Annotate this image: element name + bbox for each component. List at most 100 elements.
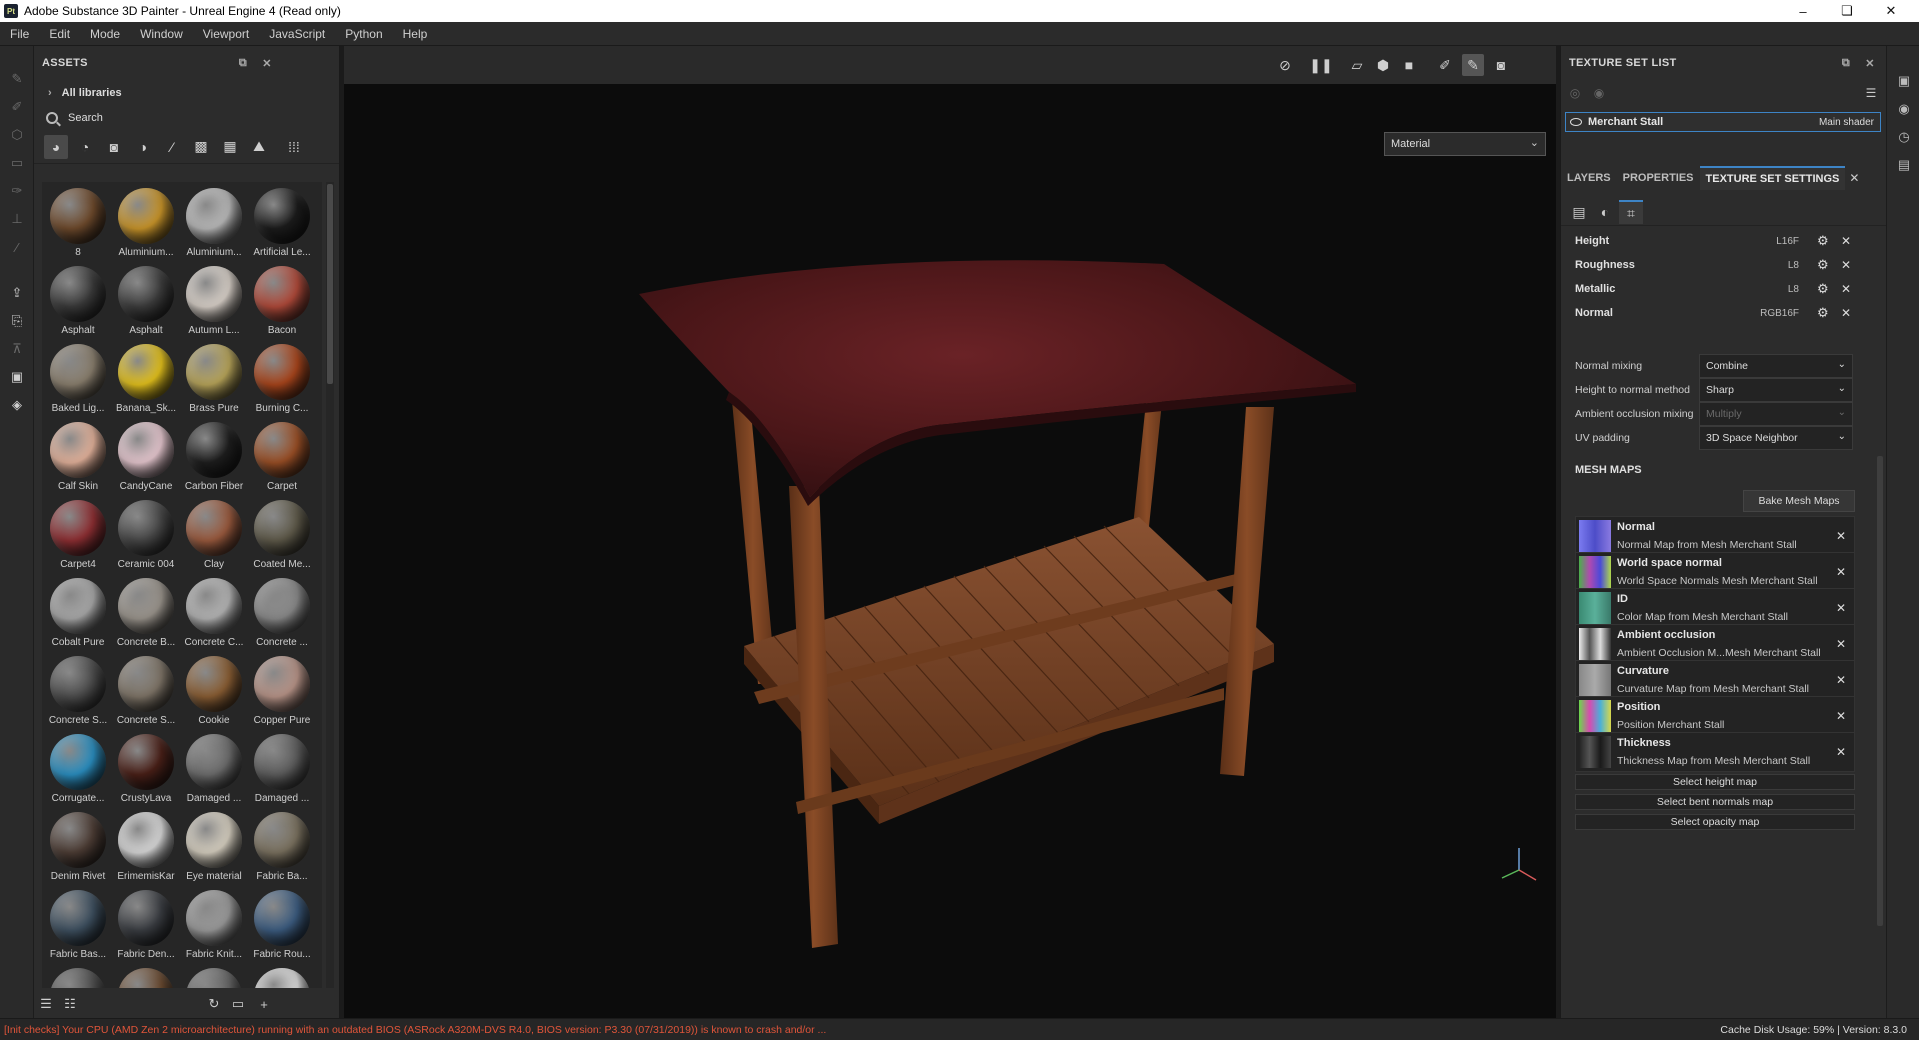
close-panel-icon[interactable]: ✕ <box>1863 56 1877 70</box>
pause-icon[interactable]: ❚❚ <box>1309 54 1332 76</box>
remove-map-icon[interactable]: ✕ <box>1836 529 1846 543</box>
channel-format[interactable]: L16F <box>1745 236 1799 247</box>
asset-tile[interactable]: Corrugate... <box>44 732 112 810</box>
menu-mode[interactable]: Mode <box>80 27 130 41</box>
undock-icon[interactable]: ⧉ <box>236 56 250 70</box>
asset-tile[interactable]: Clay <box>180 498 248 576</box>
undock-icon[interactable]: ⧉ <box>1839 56 1853 70</box>
asset-tile[interactable]: CrustyLava <box>112 732 180 810</box>
mesh-map-normal[interactable]: Normal Normal Map from Mesh Merchant Sta… <box>1575 516 1855 556</box>
log-icon[interactable]: ▤ <box>1895 156 1913 174</box>
refresh-icon[interactable]: ↻ <box>206 996 222 1012</box>
mesh-map-thickness[interactable]: Thickness Thickness Map from Mesh Mercha… <box>1575 732 1855 772</box>
remove-channel-icon[interactable]: ✕ <box>1841 258 1851 272</box>
brush-mode-icon[interactable]: ✎ <box>1462 54 1484 76</box>
maximize-button[interactable]: ❏ <box>1825 0 1869 22</box>
asset-tile[interactable]: Baked Lig... <box>44 342 112 420</box>
paint-mode-icon[interactable]: ✐ <box>1434 54 1456 76</box>
search-input[interactable]: Search <box>68 112 103 124</box>
remove-map-icon[interactable]: ✕ <box>1836 601 1846 615</box>
asset-tile[interactable]: Cookie <box>180 654 248 732</box>
tab-properties[interactable]: PROPERTIES <box>1617 166 1700 190</box>
asset-tile[interactable]: Artificial Le... <box>248 186 316 264</box>
remove-map-icon[interactable]: ✕ <box>1836 673 1846 687</box>
mesh-map-curvature[interactable]: Curvature Curvature Map from Mesh Mercha… <box>1575 660 1855 700</box>
filter-environments-icon[interactable]: ⛰ <box>247 135 271 159</box>
tree-view-icon[interactable]: ☷ <box>62 996 78 1012</box>
geometry-mask-icon[interactable]: ▭ <box>8 154 26 172</box>
gear-icon[interactable]: ⚙ <box>1817 281 1829 297</box>
assets-scroll-thumb[interactable] <box>327 184 333 384</box>
texture-set-settings-icon[interactable]: ▤ <box>1567 200 1591 224</box>
asset-tile[interactable] <box>44 966 112 988</box>
asset-tile[interactable] <box>248 966 316 988</box>
shader-name[interactable]: Main shader <box>1819 117 1874 128</box>
asset-tile[interactable]: 8 <box>44 186 112 264</box>
filter-filters-icon[interactable]: ◑ <box>131 135 155 159</box>
asset-tile[interactable]: Concrete S... <box>112 654 180 732</box>
menu-viewport[interactable]: Viewport <box>193 27 259 41</box>
menu-edit[interactable]: Edit <box>39 27 80 41</box>
menu-javascript[interactable]: JavaScript <box>259 27 335 41</box>
mesh-icon[interactable]: ◈ <box>8 396 26 414</box>
close-panel-icon[interactable]: ✕ <box>260 56 274 70</box>
search-field[interactable]: Search <box>34 106 339 130</box>
mesh-map-ambient-occlusion[interactable]: Ambient occlusion Ambient Occlusion M...… <box>1575 624 1855 664</box>
asset-tile[interactable]: Eye material <box>180 810 248 888</box>
asset-tile[interactable]: Copper Pure <box>248 654 316 732</box>
channel-format[interactable]: L8 <box>1745 260 1799 271</box>
asset-tile[interactable]: Bacon <box>248 264 316 342</box>
tab-texture-set-settings[interactable]: TEXTURE SET SETTINGS <box>1699 166 1846 190</box>
screenshot-icon[interactable]: ◙ <box>1490 54 1512 76</box>
asset-tile[interactable]: Damaged ... <box>248 732 316 810</box>
settings-scrollbar[interactable] <box>1876 236 1884 986</box>
filter-textures-icon[interactable]: ▩ <box>189 135 213 159</box>
bake-icon[interactable]: ⎘ <box>8 312 26 330</box>
asset-tile[interactable]: Cobalt Pure <box>44 576 112 654</box>
asset-tile[interactable]: Concrete ... <box>248 576 316 654</box>
channel-format[interactable]: RGB16F <box>1745 308 1799 319</box>
asset-tile[interactable] <box>180 966 248 988</box>
filter-brushes-icon[interactable]: ⁄ <box>160 135 184 159</box>
asset-tile[interactable]: Fabric Knit... <box>180 888 248 966</box>
2d-view-icon[interactable]: ▱ <box>1346 54 1368 76</box>
projection-icon[interactable]: ⬡ <box>8 126 26 144</box>
3d-scene[interactable]: Material ⌄ <box>344 84 1556 1018</box>
list-view-icon[interactable]: ☰ <box>38 996 54 1012</box>
all-libraries-row[interactable]: › All libraries <box>34 80 339 106</box>
close-window-button[interactable]: ✕ <box>1869 0 1913 22</box>
eraser-icon[interactable]: ✐ <box>8 98 26 116</box>
asset-tile[interactable]: Brass Pure <box>180 342 248 420</box>
asset-tile[interactable]: Asphalt <box>112 264 180 342</box>
hide-icon[interactable]: ◎ <box>1567 85 1583 101</box>
color-picker-icon[interactable]: ⁄ <box>8 238 26 256</box>
mesh-map-id[interactable]: ID Color Map from Mesh Merchant Stall ✕ <box>1575 588 1855 628</box>
material-mode-select[interactable]: Material ⌄ <box>1384 132 1546 156</box>
asset-tile[interactable]: Damaged ... <box>180 732 248 810</box>
export-icon[interactable]: ⇪ <box>8 284 26 302</box>
filter-materials-icon[interactable]: ◕ <box>44 134 68 159</box>
asset-tile[interactable]: Aluminium... <box>112 186 180 264</box>
clone-stamp-icon[interactable]: ⊥ <box>8 210 26 228</box>
asset-tile[interactable]: Asphalt <box>44 264 112 342</box>
normal-mixing-select[interactable]: Combine ⌄ <box>1699 354 1853 378</box>
asset-tile[interactable]: Ceramic 004 <box>112 498 180 576</box>
asset-tile[interactable]: Concrete S... <box>44 654 112 732</box>
close-tab-icon[interactable]: ✕ <box>1849 171 1859 185</box>
remove-map-icon[interactable]: ✕ <box>1836 745 1846 759</box>
asset-tile[interactable]: ErimemisKar <box>112 810 180 888</box>
remove-map-icon[interactable]: ✕ <box>1836 565 1846 579</box>
tab-layers[interactable]: LAYERS <box>1561 166 1617 190</box>
asset-tile[interactable]: Concrete B... <box>112 576 180 654</box>
asset-tile[interactable]: Carpet <box>248 420 316 498</box>
folder-icon[interactable]: ▭ <box>230 996 246 1012</box>
asset-tile[interactable]: Fabric Rou... <box>248 888 316 966</box>
hide-icon[interactable]: ⊘ <box>1274 54 1296 76</box>
show-icon[interactable]: ◉ <box>1591 85 1607 101</box>
display-settings-icon[interactable]: ▣ <box>1895 72 1913 90</box>
material-icon[interactable]: ◐ <box>1593 200 1617 224</box>
asset-tile[interactable]: Autumn L... <box>180 264 248 342</box>
3d-view-icon[interactable]: ⬢ <box>1372 54 1394 76</box>
camera-icon[interactable]: ■ <box>1398 54 1420 76</box>
measure-icon[interactable]: ⊼ <box>8 340 26 358</box>
